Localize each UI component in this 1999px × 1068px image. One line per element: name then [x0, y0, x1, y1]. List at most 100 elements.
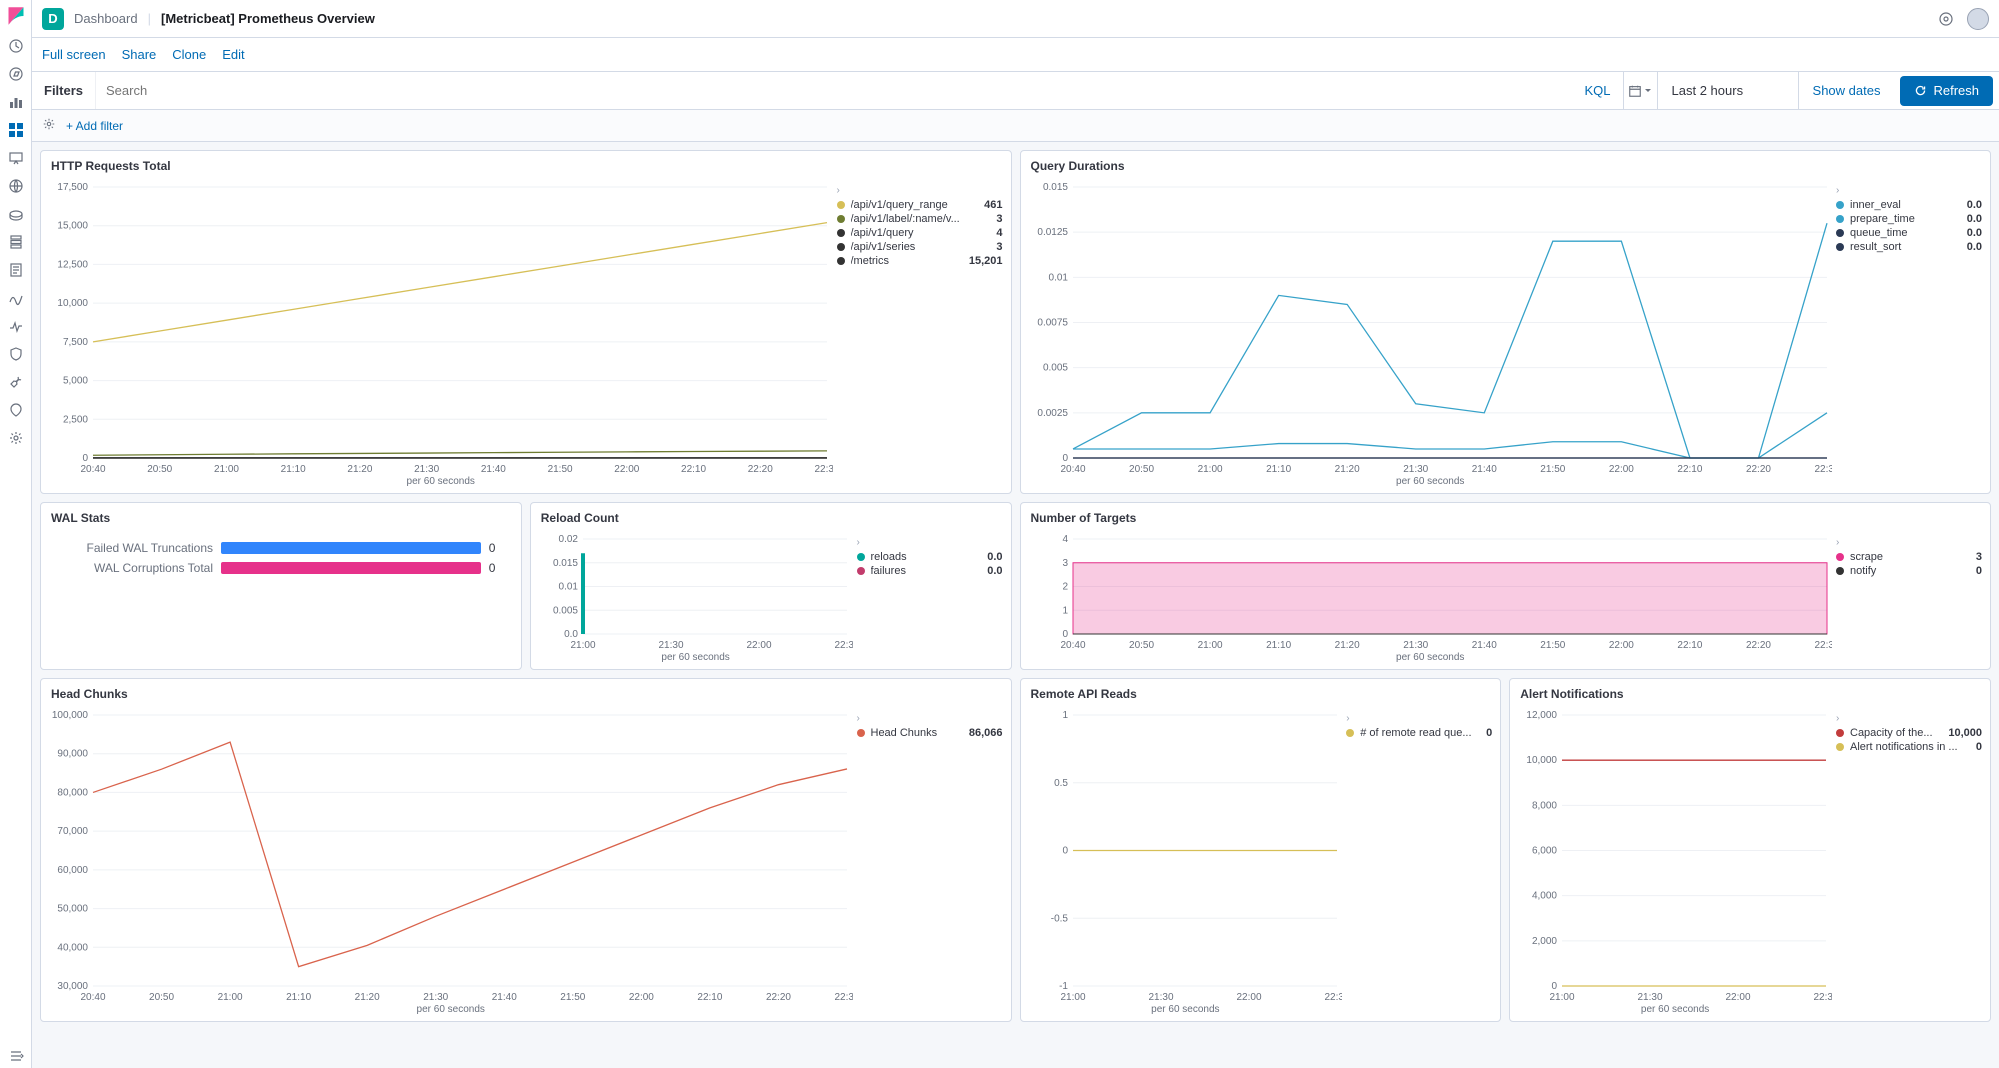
svg-text:0.01: 0.01: [1048, 272, 1068, 283]
nav-canvas-icon[interactable]: [8, 150, 24, 166]
wal-bar: [221, 542, 481, 554]
legend-item[interactable]: result_sort 0.0: [1836, 240, 1982, 254]
panel-alerts: Alert Notifications 02,0004,0006,0008,00…: [1509, 678, 1991, 1022]
svg-text:22:00: 22:00: [1726, 992, 1751, 1002]
legend-toggle[interactable]: ›: [1836, 711, 1982, 726]
svg-text:2: 2: [1062, 582, 1068, 593]
chart-alerts: 02,0004,0006,0008,00010,00012,00021:0021…: [1518, 709, 1832, 1002]
legend-item[interactable]: Alert notifications in ... 0: [1836, 740, 1982, 754]
nav-dashboard-icon[interactable]: [8, 122, 24, 138]
svg-text:20:50: 20:50: [1129, 464, 1154, 474]
legend-dot: [857, 567, 865, 575]
legend-toggle[interactable]: ›: [857, 711, 1003, 726]
svg-text:21:00: 21:00: [1550, 992, 1575, 1002]
nav-discover-icon[interactable]: [8, 66, 24, 82]
add-filter-link[interactable]: + Add filter: [66, 119, 123, 133]
legend-item[interactable]: /metrics 15,201: [837, 254, 1003, 268]
legend-item[interactable]: failures 0.0: [857, 564, 1003, 578]
svg-text:0: 0: [1552, 981, 1558, 992]
legend-dot: [1836, 215, 1844, 223]
legend-toggle[interactable]: ›: [857, 535, 1003, 550]
panel-title: Query Durations: [1021, 151, 1991, 181]
legend-item[interactable]: prepare_time 0.0: [1836, 212, 1982, 226]
space-badge[interactable]: D: [42, 8, 64, 30]
nav-siem-icon[interactable]: [8, 346, 24, 362]
nav-visualize-icon[interactable]: [8, 94, 24, 110]
legend-dot: [837, 243, 845, 251]
nav-monitoring-icon[interactable]: [8, 402, 24, 418]
legend-toggle[interactable]: ›: [1836, 535, 1982, 550]
newsfeed-icon[interactable]: [1935, 8, 1957, 30]
filter-options-icon[interactable]: [42, 117, 56, 134]
legend-item[interactable]: inner_eval 0.0: [1836, 198, 1982, 212]
svg-text:20:50: 20:50: [1129, 640, 1154, 650]
search-input[interactable]: [96, 72, 1573, 109]
legend-toggle[interactable]: ›: [837, 183, 1003, 198]
show-dates-link[interactable]: Show dates: [1798, 72, 1895, 109]
svg-text:0: 0: [1062, 629, 1068, 640]
svg-text:22:30: 22:30: [1814, 992, 1832, 1002]
nav-infra-icon[interactable]: [8, 234, 24, 250]
nav-uptime-icon[interactable]: [8, 318, 24, 334]
legend-dot: [1836, 729, 1844, 737]
svg-text:21:00: 21:00: [570, 640, 595, 650]
svg-text:4: 4: [1062, 534, 1068, 545]
nav-maps-icon[interactable]: [8, 178, 24, 194]
nav-logs-icon[interactable]: [8, 262, 24, 278]
breadcrumb-root[interactable]: Dashboard: [74, 11, 138, 26]
svg-text:22:00: 22:00: [629, 992, 654, 1002]
svg-text:0: 0: [82, 453, 88, 464]
kibana-logo[interactable]: [6, 6, 26, 26]
nav-devtools-icon[interactable]: [8, 374, 24, 390]
svg-text:22:30: 22:30: [1814, 464, 1832, 474]
legend-item[interactable]: /api/v1/query_range 461: [837, 198, 1003, 212]
wal-body: Failed WAL Truncations 0 WAL Corruptions…: [41, 533, 521, 583]
legend-item[interactable]: # of remote read que... 0: [1346, 726, 1492, 740]
legend-item[interactable]: scrape 3: [1836, 550, 1982, 564]
legend-item[interactable]: notify 0: [1836, 564, 1982, 578]
legend-dot: [1836, 229, 1844, 237]
refresh-button[interactable]: Refresh: [1900, 76, 1993, 106]
edit-link[interactable]: Edit: [222, 47, 244, 62]
nav-ml-icon[interactable]: [8, 206, 24, 222]
svg-text:50,000: 50,000: [57, 904, 88, 915]
legend-item[interactable]: Capacity of the... 10,000: [1836, 726, 1982, 740]
nav-apm-icon[interactable]: [8, 290, 24, 306]
legend-item[interactable]: reloads 0.0: [857, 550, 1003, 564]
chart-qd: 00.00250.0050.00750.010.01250.01520:4020…: [1029, 181, 1833, 474]
svg-text:21:40: 21:40: [1471, 640, 1496, 650]
legend-toggle[interactable]: ›: [1836, 183, 1982, 198]
share-link[interactable]: Share: [122, 47, 157, 62]
nav-management-icon[interactable]: [8, 430, 24, 446]
legend-toggle[interactable]: ›: [1346, 711, 1492, 726]
legend-dot: [837, 257, 845, 265]
svg-text:0: 0: [1062, 453, 1068, 464]
svg-text:21:40: 21:40: [481, 464, 506, 474]
svg-text:21:00: 21:00: [1197, 464, 1222, 474]
svg-text:21:20: 21:20: [347, 464, 372, 474]
legend-item[interactable]: /api/v1/label/:name/v... 3: [837, 212, 1003, 226]
user-avatar[interactable]: [1967, 8, 1989, 30]
svg-text:21:00: 21:00: [1060, 992, 1085, 1002]
legend-value: 4: [996, 227, 1002, 239]
wal-value: 0: [489, 541, 509, 555]
refresh-icon: [1914, 84, 1927, 97]
svg-text:60,000: 60,000: [57, 865, 88, 876]
legend-item[interactable]: /api/v1/query 4: [837, 226, 1003, 240]
panel-http-requests: HTTP Requests Total 02,5005,0007,50010,0…: [40, 150, 1012, 494]
legend-head: › Head Chunks 86,066: [853, 709, 1003, 1015]
legend-item[interactable]: Head Chunks 86,066: [857, 726, 1003, 740]
nav-collapse-icon[interactable]: [8, 1052, 24, 1068]
legend-item[interactable]: queue_time 0.0: [1836, 226, 1982, 240]
kql-toggle[interactable]: KQL: [1573, 83, 1623, 98]
clone-link[interactable]: Clone: [172, 47, 206, 62]
date-quick-select[interactable]: [1624, 72, 1658, 109]
svg-text:-0.5: -0.5: [1050, 913, 1068, 924]
chart-remote: -1-0.500.5121:0021:3022:0022:30: [1029, 709, 1343, 1002]
nav-recently-viewed-icon[interactable]: [8, 38, 24, 54]
legend-item[interactable]: /api/v1/series 3: [837, 240, 1003, 254]
fullscreen-link[interactable]: Full screen: [42, 47, 106, 62]
time-range[interactable]: Last 2 hours: [1658, 83, 1798, 98]
dashboard-toolbar: Full screen Share Clone Edit: [32, 38, 1999, 72]
legend-value: 0.0: [987, 551, 1002, 563]
